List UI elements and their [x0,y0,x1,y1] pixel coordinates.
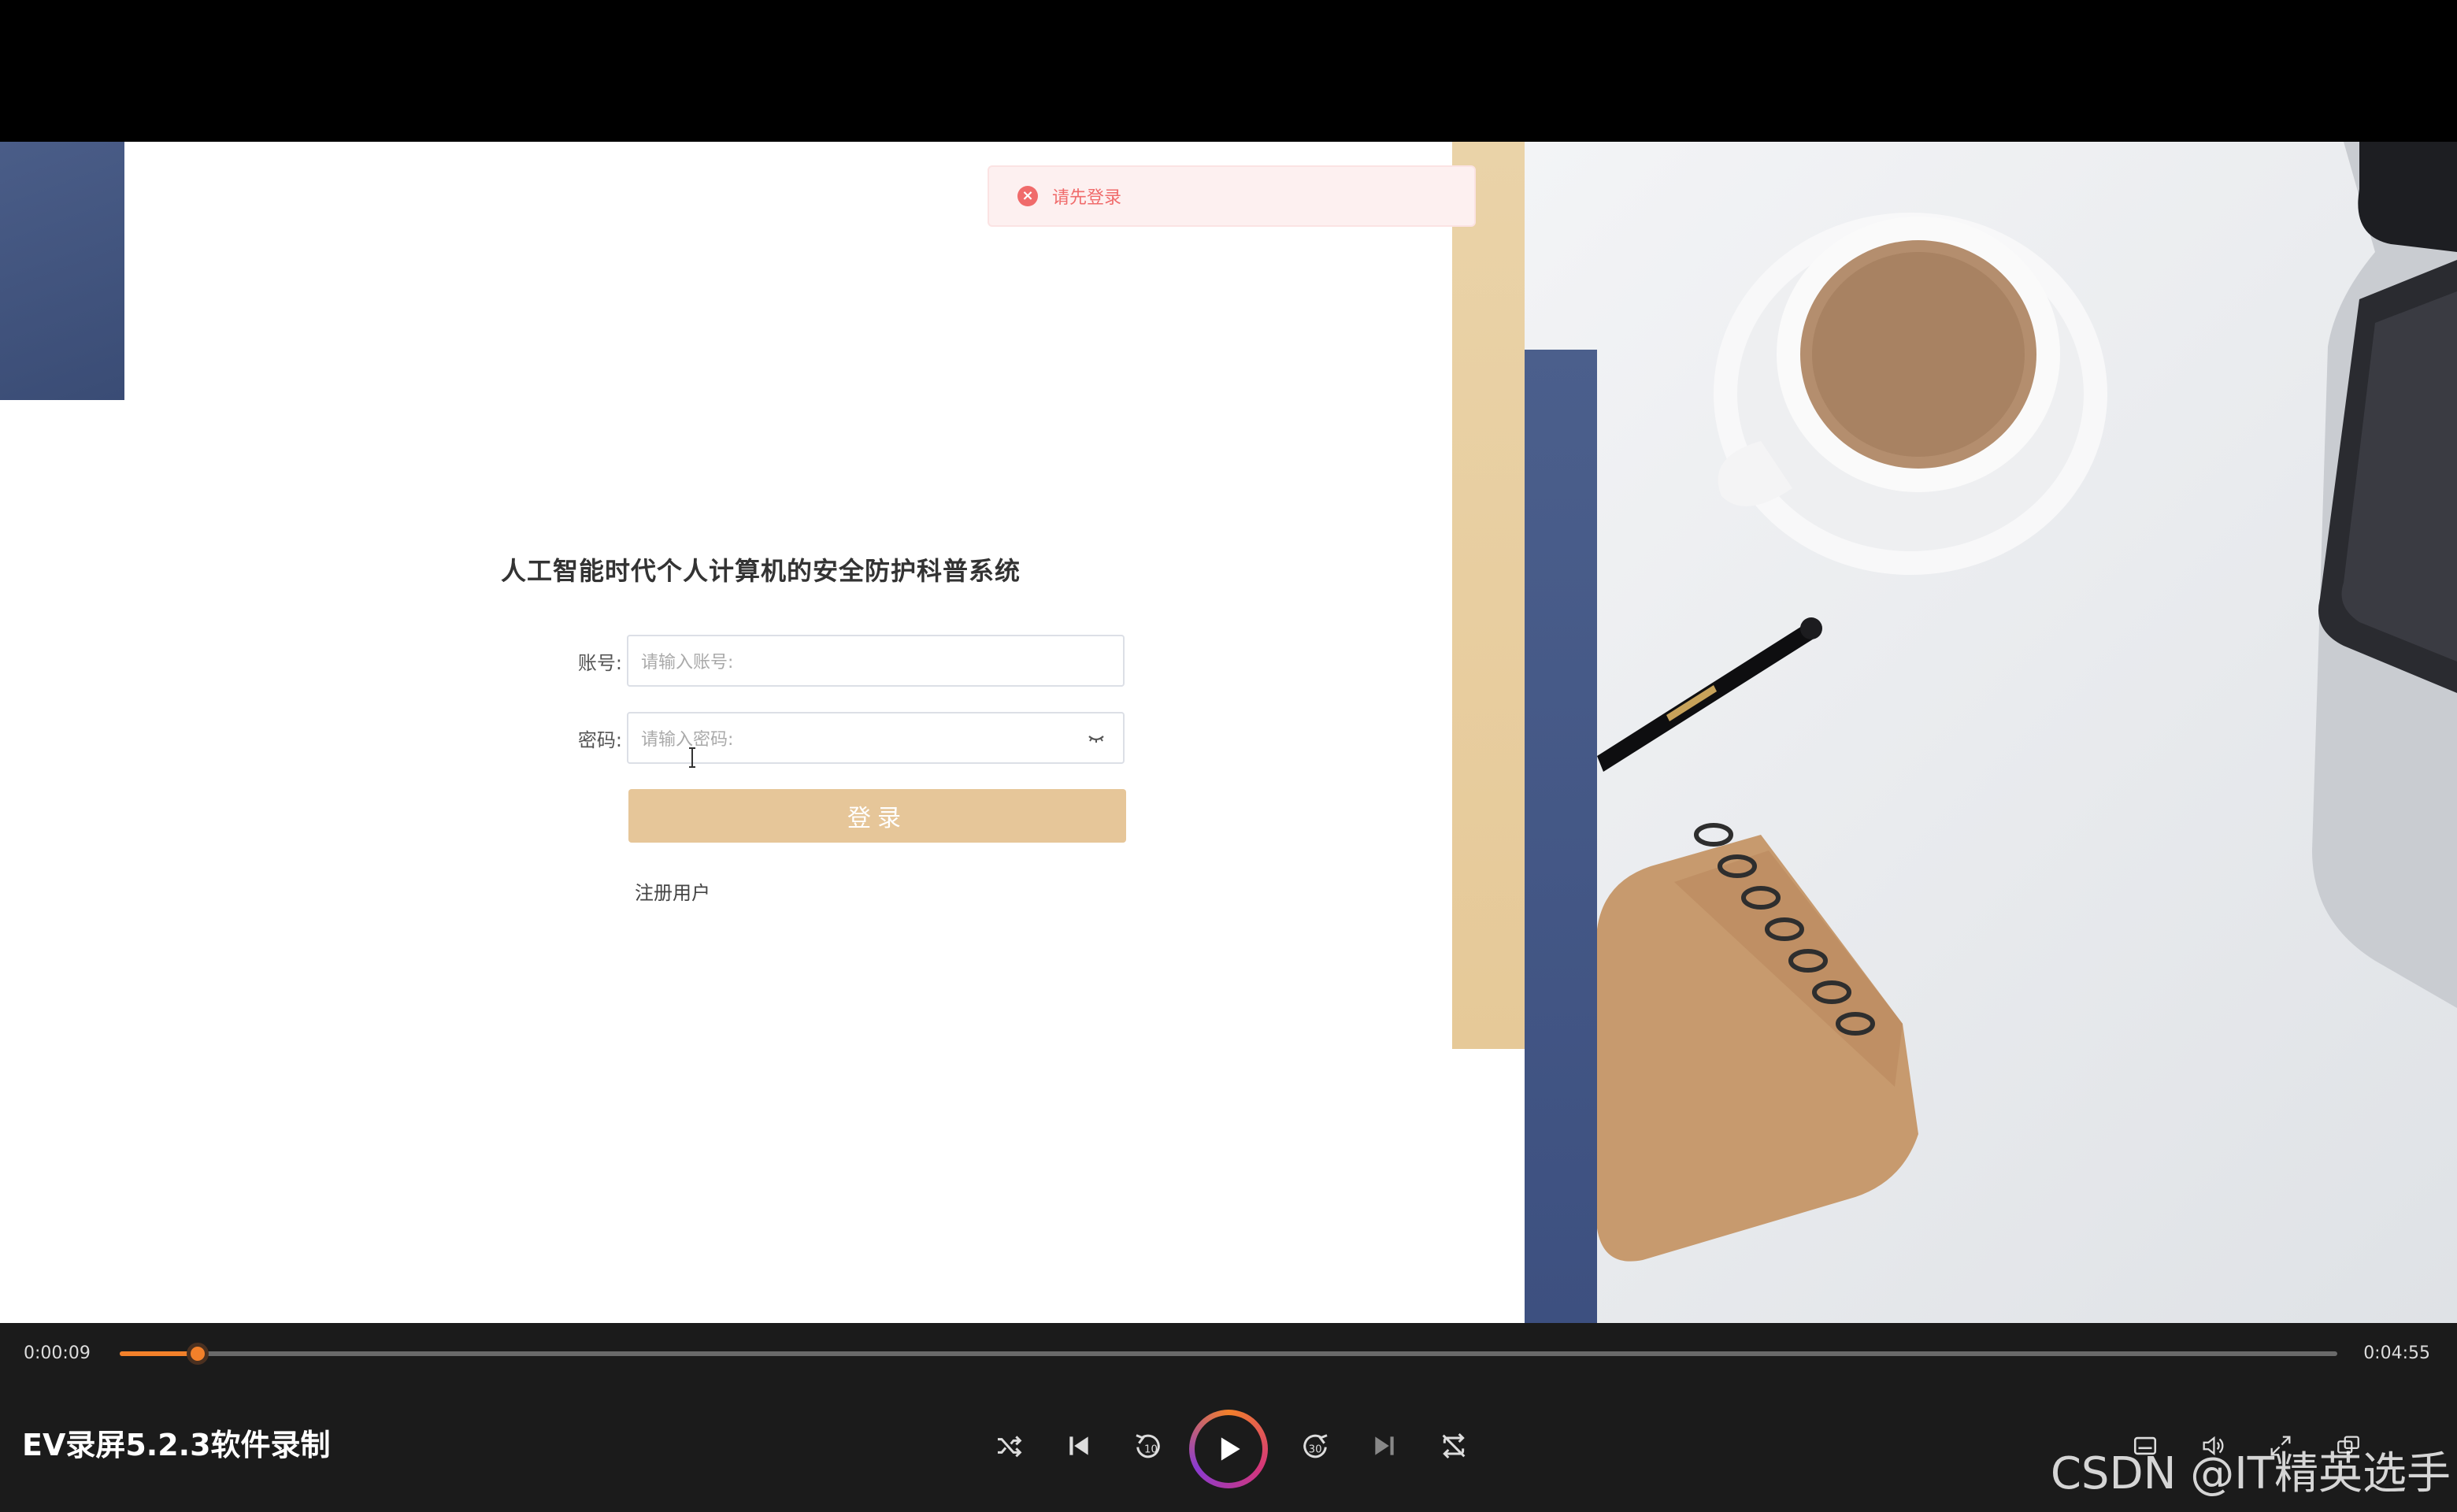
eye-closed-icon[interactable] [1087,731,1106,747]
login-button[interactable]: 登录 [628,789,1126,843]
system-title: 人工智能时代个人计算机的安全防护科普系统 [501,556,1021,586]
previous-icon [1069,1436,1088,1455]
register-link[interactable]: 注册用户 [635,877,710,905]
repeat-button[interactable] [1430,1422,1477,1469]
account-placeholder: 请输入账号: [641,653,734,673]
svg-text:30: 30 [1309,1443,1322,1455]
current-time: 0:00:09 [24,1343,91,1363]
password-input[interactable]: 请输入密码: [627,712,1125,764]
forward-30-icon: 30 [1303,1434,1328,1458]
forward-30-button[interactable]: 30 [1292,1422,1339,1469]
decor-blue-block [0,142,124,400]
toast-message: 请先登录 [1052,188,1122,208]
video-frame[interactable]: × 请先登录 人工智能时代个人计算机的安全防护科普系统 账号: 请输入账号: 密… [0,142,2457,1323]
decor-blue-strip [1525,350,1597,1323]
seek-bar[interactable] [120,1343,2337,1365]
next-icon [1375,1436,1394,1455]
text-cursor-icon [689,747,695,768]
password-row: 密码: 请输入密码: [551,712,1125,764]
next-button[interactable] [1361,1422,1408,1469]
account-row: 账号: 请输入账号: [551,635,1125,687]
error-toast: × 请先登录 [988,165,1476,227]
seek-handle[interactable] [186,1343,209,1365]
password-label: 密码: [577,728,622,751]
rewind-10-icon: 10 [1136,1434,1160,1458]
play-button[interactable] [1189,1410,1268,1488]
desk-photo-illustration [1597,142,2457,1262]
decor-tan-strip [1452,142,1525,1049]
seek-bar-fill [120,1351,198,1356]
total-time: 0:04:55 [2363,1343,2430,1363]
letterbox-top [0,0,2457,142]
player-controls: 0:00:09 0:04:55 EV录屏5.2.3软件录制 10 30 CSDN… [0,1323,2457,1512]
svg-text:10: 10 [1144,1443,1158,1455]
account-label: 账号: [577,651,622,674]
play-icon [1221,1437,1240,1461]
desk-photo [1525,142,2457,1323]
shuffle-button[interactable] [986,1422,1033,1469]
previous-button[interactable] [1055,1422,1102,1469]
rewind-10-button[interactable]: 10 [1125,1422,1172,1469]
login-page: × 请先登录 人工智能时代个人计算机的安全防护科普系统 账号: 请输入账号: 密… [0,142,1525,1323]
shuffle-icon [998,1436,1022,1458]
close-circle-icon: × [1017,186,1038,206]
csdn-watermark: CSDN @IT精英选手 [2050,1448,2451,1499]
account-input[interactable]: 请输入账号: [627,635,1125,687]
repeat-off-icon [1442,1432,1466,1459]
